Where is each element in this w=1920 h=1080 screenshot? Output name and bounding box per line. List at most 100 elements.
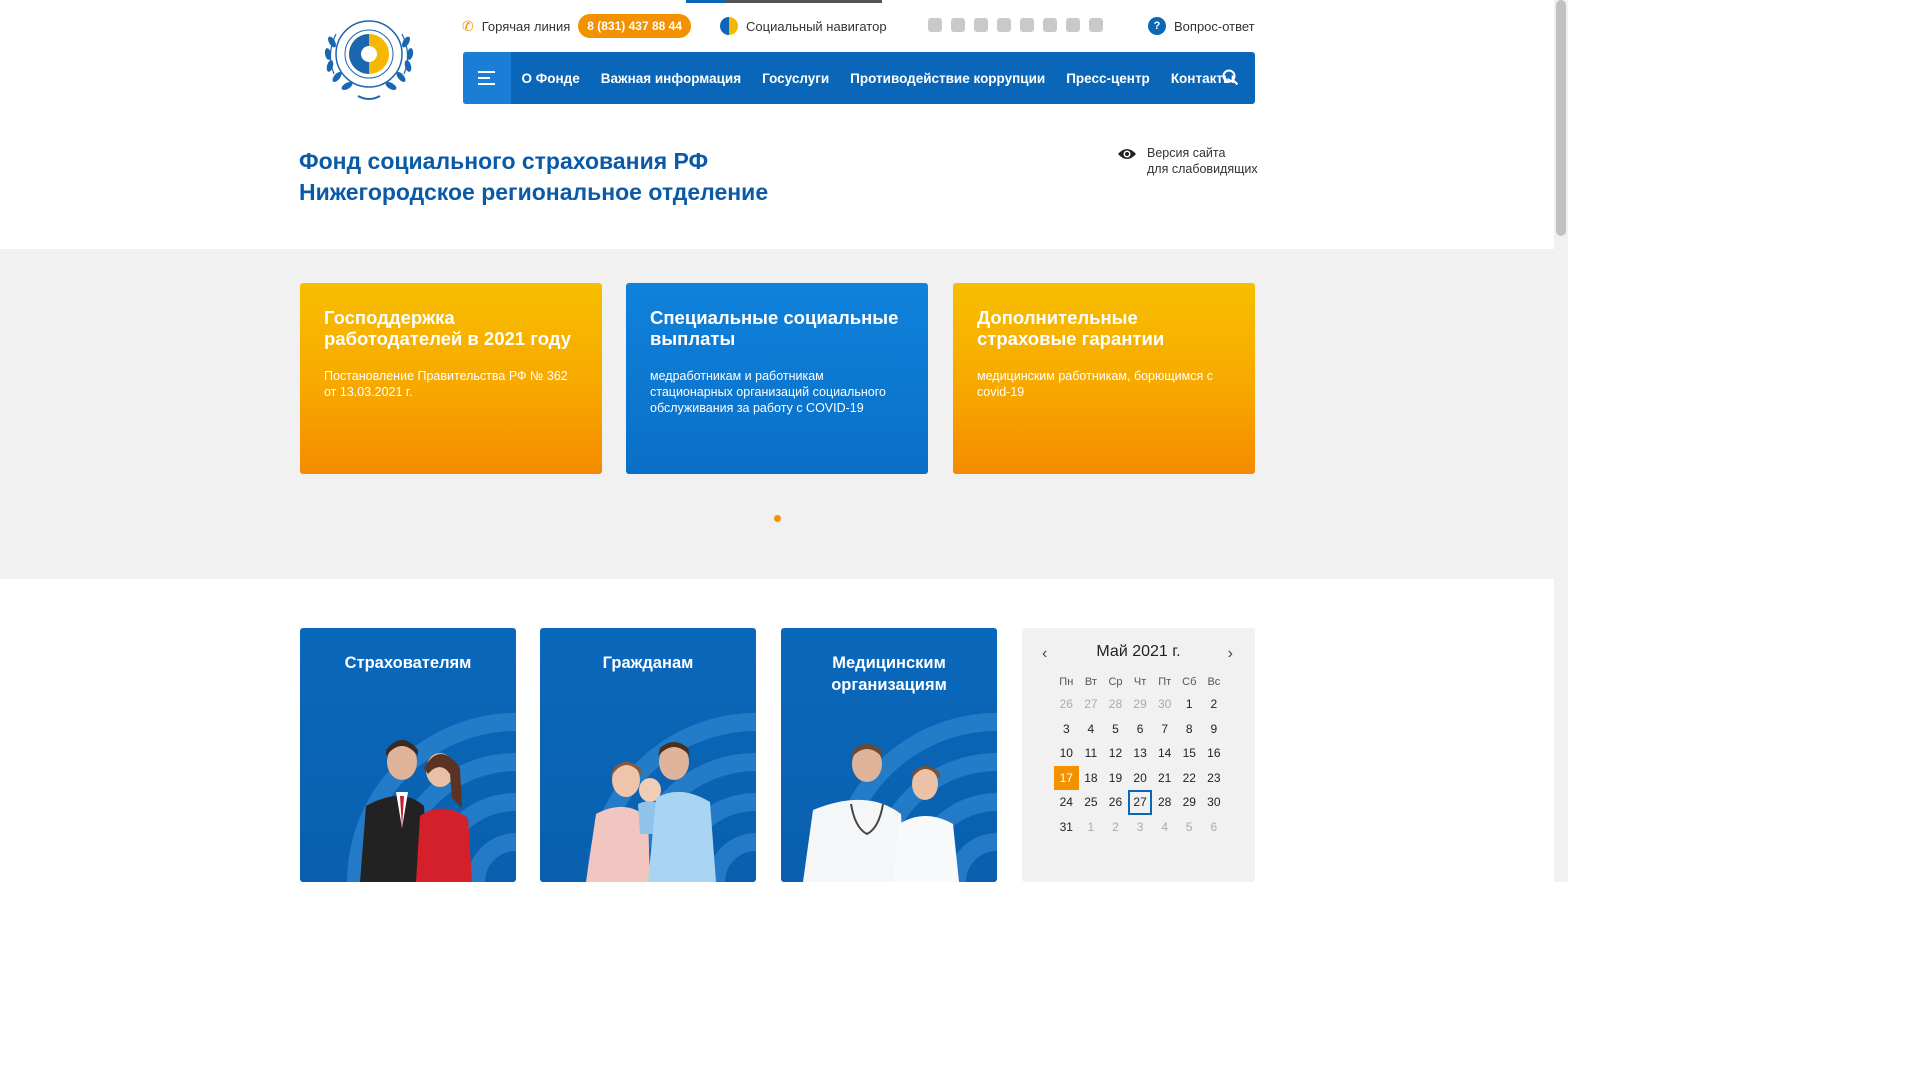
- vk-icon[interactable]: [928, 18, 942, 32]
- promo-text: медицинским работникам, борющимся с covi…: [977, 369, 1213, 399]
- weekday-label: Сб: [1182, 676, 1197, 688]
- promo-text: Постановление Правительства РФ № 362 от …: [324, 369, 568, 399]
- category-card-insurers[interactable]: Страхователям: [300, 628, 516, 882]
- promo-card[interactable]: Дополнительные страховые гарантии медици…: [953, 283, 1255, 474]
- calendar-day[interactable]: 29: [1128, 692, 1153, 717]
- calendar-day[interactable]: 10: [1054, 741, 1079, 766]
- social-navigator-link[interactable]: Социальный навигатор: [720, 12, 887, 40]
- calendar-day[interactable]: 1: [1177, 692, 1202, 717]
- calendar-day-today[interactable]: 17: [1054, 765, 1079, 791]
- calendar-day[interactable]: 6: [1128, 717, 1153, 742]
- promo-card[interactable]: Специальные социальные выплаты медработн…: [626, 283, 928, 474]
- calendar-day[interactable]: 24: [1054, 790, 1079, 815]
- instagram-icon[interactable]: [1020, 18, 1034, 32]
- promo-title: Господдержка работодателей в 2021 году: [324, 307, 572, 349]
- site-title-line1: Фонд социального страхования РФ: [299, 148, 709, 174]
- question-icon: ?: [1148, 17, 1166, 35]
- calendar-day[interactable]: 3: [1128, 815, 1153, 840]
- calendar-day[interactable]: 14: [1152, 741, 1177, 766]
- calendar-day[interactable]: 23: [1202, 766, 1227, 791]
- promo-card[interactable]: Господдержка работодателей в 2021 году П…: [300, 283, 602, 474]
- low-vision-line1: Версия сайта: [1147, 146, 1226, 160]
- scrollbar-thumb[interactable]: [1556, 0, 1566, 236]
- low-vision-line2: для слабовидящих: [1147, 162, 1258, 176]
- weekday-label: Ср: [1108, 676, 1123, 688]
- search-icon[interactable]: [1222, 69, 1239, 86]
- calendar: ‹ Май 2021 г. › Пн Вт Ср Чт Пт Сб Вс 26 27 28 29 30…: [1022, 628, 1255, 882]
- navigator-label: Социальный навигатор: [746, 18, 887, 34]
- calendar-day[interactable]: 18: [1079, 766, 1104, 791]
- twitter-icon[interactable]: [974, 18, 988, 32]
- nav-item-gosuslugi[interactable]: Госуслуги: [752, 71, 840, 86]
- promo-text: медработникам и работникам стационарных …: [650, 369, 886, 415]
- calendar-day[interactable]: 7: [1152, 717, 1177, 742]
- eye-icon: [1118, 149, 1136, 159]
- weekday-label: Пн: [1059, 676, 1074, 688]
- nav-item-anticorruption[interactable]: Противодействие коррупции: [840, 71, 1056, 86]
- odnoklassniki-icon[interactable]: [997, 18, 1011, 32]
- menu-icon[interactable]: [463, 52, 511, 104]
- calendar-day[interactable]: 8: [1177, 717, 1202, 742]
- qa-label: Вопрос-ответ: [1174, 18, 1255, 34]
- calendar-day[interactable]: 20: [1128, 766, 1153, 791]
- nav-item-important-info[interactable]: Важная информация: [590, 71, 751, 86]
- carousel-dot[interactable]: [774, 515, 781, 522]
- calendar-day[interactable]: 31: [1054, 815, 1079, 840]
- calendar-day[interactable]: 28: [1152, 790, 1177, 815]
- calendar-month: Май 2021 г.: [1096, 643, 1181, 660]
- calendar-day[interactable]: 19: [1103, 766, 1128, 791]
- social-links: [928, 18, 1103, 32]
- calendar-day[interactable]: 30: [1152, 692, 1177, 717]
- calendar-grid: Пн Вт Ср Чт Пт Сб Вс 26 27 28 29 30 1 2 3 4 5 6 7 8 9 10 11 12 1…: [1054, 676, 1226, 840]
- calendar-day[interactable]: 2: [1202, 692, 1227, 717]
- calendar-day[interactable]: 15: [1177, 741, 1202, 766]
- calendar-day[interactable]: 21: [1152, 766, 1177, 791]
- site-title: Фонд социального страхования РФ Нижегоро…: [299, 146, 768, 208]
- calendar-day[interactable]: 9: [1202, 717, 1227, 742]
- calendar-day[interactable]: 16: [1202, 741, 1227, 766]
- low-vision-link[interactable]: Версия сайта для слабовидящих: [1117, 145, 1258, 177]
- calendar-day[interactable]: 3: [1054, 717, 1079, 742]
- rss-icon[interactable]: [1089, 18, 1103, 32]
- weekday-label: Чт: [1133, 676, 1147, 688]
- category-label: Гражданам: [602, 654, 694, 672]
- hotline-label: Горячая линия: [481, 18, 571, 34]
- calendar-day[interactable]: 12: [1103, 741, 1128, 766]
- calendar-day[interactable]: 4: [1079, 717, 1104, 742]
- calendar-day[interactable]: 2: [1103, 815, 1128, 840]
- calendar-day-selected[interactable]: 27: [1127, 790, 1153, 815]
- calendar-day[interactable]: 26: [1054, 692, 1079, 717]
- calendar-day[interactable]: 26: [1103, 790, 1128, 815]
- calendar-day[interactable]: 1: [1079, 815, 1104, 840]
- calendar-day[interactable]: 13: [1128, 741, 1153, 766]
- promo-title: Специальные социальные выплаты: [650, 307, 899, 349]
- calendar-day[interactable]: 28: [1103, 692, 1128, 717]
- calendar-day[interactable]: 30: [1202, 790, 1227, 815]
- calendar-day[interactable]: 22: [1177, 766, 1202, 791]
- qa-link[interactable]: ? Вопрос-ответ: [1148, 12, 1255, 40]
- weekday-label: Пт: [1158, 676, 1172, 688]
- calendar-day[interactable]: 27: [1079, 692, 1104, 717]
- calendar-day[interactable]: 29: [1177, 790, 1202, 815]
- nav-item-about[interactable]: О Фонде: [511, 71, 590, 86]
- hotline-phone[interactable]: 8 (831) 437 88 44: [578, 14, 691, 38]
- calendar-day[interactable]: 4: [1152, 815, 1177, 840]
- facebook-icon[interactable]: [951, 18, 965, 32]
- calendar-day[interactable]: 5: [1103, 717, 1128, 742]
- calendar-day[interactable]: 11: [1079, 741, 1104, 766]
- nav-item-press-center[interactable]: Пресс-центр: [1056, 71, 1161, 86]
- calendar-day[interactable]: 6: [1202, 815, 1227, 840]
- top-bar: ✆ Горячая линия 8 (831) 437 88 44 Социал…: [462, 0, 1255, 40]
- fss-logo[interactable]: [318, 14, 420, 104]
- calendar-day[interactable]: 5: [1177, 815, 1202, 840]
- chevron-right-icon[interactable]: ›: [1228, 645, 1233, 663]
- weekday-label: Вс: [1207, 676, 1221, 688]
- site-title-line2: Нижегородское региональное отделение: [299, 179, 769, 205]
- category-card-medical[interactable]: Медицинским организациям: [781, 628, 997, 882]
- category-card-citizens[interactable]: Гражданам: [540, 628, 756, 882]
- scrollbar[interactable]: [1554, 0, 1568, 882]
- calendar-day[interactable]: 25: [1079, 790, 1104, 815]
- share-icon[interactable]: [1066, 18, 1080, 32]
- category-label: Медицинским организациям: [831, 654, 947, 694]
- telegram-icon[interactable]: [1043, 18, 1057, 32]
